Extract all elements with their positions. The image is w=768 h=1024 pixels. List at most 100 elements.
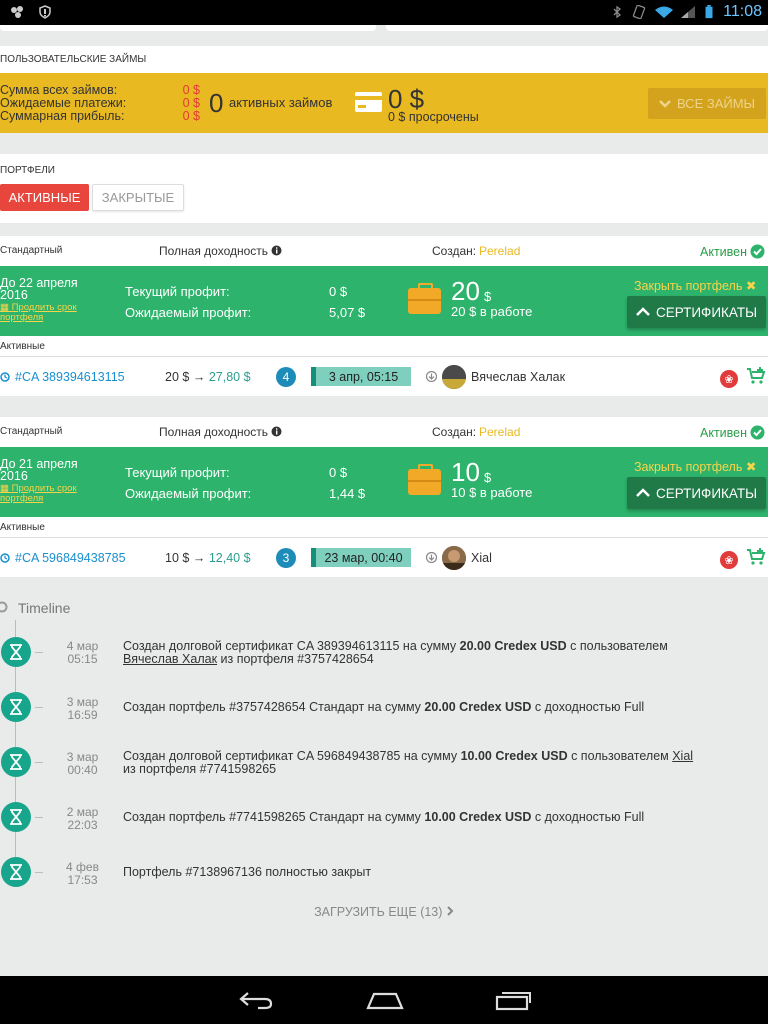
portfolio-type: Стандартный <box>0 245 63 256</box>
chevron-up-icon <box>636 307 650 316</box>
portfolio-creator: Создан: Perelad <box>432 425 521 439</box>
loans-labels: Сумма всех займов: Ожидаемые платежи: Су… <box>0 83 127 123</box>
signal-icon <box>681 6 695 18</box>
battery-icon <box>705 5 713 19</box>
top-card-left <box>0 25 376 31</box>
info-icon[interactable] <box>271 426 282 437</box>
check-circle-icon <box>750 244 765 259</box>
amount-unit: $ <box>484 470 492 485</box>
event-text: Создан долговой сертификат CA 5968494387… <box>123 749 694 776</box>
timeline-icon <box>0 601 8 613</box>
active-loans-count: 0 <box>209 88 224 118</box>
active-certs-header: Активные <box>0 336 768 356</box>
briefcase-icon <box>408 464 441 495</box>
award-icon[interactable]: ❀ <box>720 370 738 388</box>
bluetooth-icon <box>613 5 622 19</box>
download-icon[interactable] <box>426 371 437 382</box>
portfolio-yield: Полная доходность <box>159 244 282 258</box>
arrow-right-icon: → <box>192 370 206 384</box>
certificates-button[interactable]: СЕРТИФИКАТЫ <box>627 296 766 328</box>
portfolio-type: Стандартный <box>0 426 63 437</box>
overdue-label: 0 $ просрочены <box>388 110 479 124</box>
count-badge: 3 <box>276 548 296 568</box>
portfolio-status: Активен <box>700 244 765 259</box>
chevron-down-icon <box>659 99 671 108</box>
hourglass-icon <box>1 802 31 832</box>
clock: 11:08 <box>723 3 762 20</box>
home-icon[interactable] <box>366 990 404 1010</box>
avatar[interactable] <box>442 546 466 570</box>
certificate-amount: 20 $ → 27,80 $ <box>165 370 251 384</box>
add-cart-icon[interactable] <box>746 548 766 566</box>
portfolio-status: Активен <box>700 425 765 440</box>
user-link[interactable]: Xial <box>672 749 693 763</box>
current-profit-label: Текущий профит: <box>125 284 230 299</box>
hourglass-icon <box>1 857 31 887</box>
user-name[interactable]: Вячеслав Халак <box>471 370 565 384</box>
due-date: 3 апр, 05:15 <box>311 367 411 386</box>
hourglass-icon <box>1 692 31 722</box>
certificate-id[interactable]: #CA 389394613115 <box>15 370 125 384</box>
certificate-row[interactable]: #CA 596849438785 10 $ → 12,40 $ 3 23 мар… <box>0 537 768 577</box>
event-date: 2 мар 22:03 <box>66 805 99 832</box>
portfolio-until: До 21 апреля 2016 <box>0 457 78 483</box>
portfolio-yield: Полная доходность <box>159 425 282 439</box>
tab-closed[interactable]: ЗАКРЫТЫЕ <box>92 184 184 211</box>
portfolio-amount: 10 <box>451 457 480 487</box>
in-work: 20 $ в работе <box>451 304 533 319</box>
current-profit-value: 0 $ <box>329 284 348 299</box>
creator-link[interactable]: Perelad <box>479 425 520 439</box>
back-icon[interactable] <box>238 990 274 1010</box>
briefcase-icon <box>408 283 441 314</box>
extend-link[interactable]: ▦ Продлить срок портфеля <box>0 303 90 323</box>
event-date: 3 мар 00:40 <box>66 750 99 777</box>
event-text: Создан долговой сертификат CA 3893946131… <box>123 639 668 666</box>
expected-profit-value: 1,44 $ <box>329 486 366 501</box>
portfolio-until: До 22 апреля 2016 <box>0 276 78 302</box>
close-portfolio-link[interactable]: Закрыть портфель ✖ <box>634 459 756 474</box>
avatar[interactable] <box>442 365 466 389</box>
award-icon[interactable]: ❀ <box>720 551 738 569</box>
load-more-button[interactable]: ЗАГРУЗИТЬ ЕЩЕ (13) <box>0 905 768 919</box>
certificate-row[interactable]: #CA 389394613115 20 $ → 27,80 $ 4 3 апр,… <box>0 356 768 396</box>
expected-profit-label: Ожидаемый профит: <box>125 486 252 501</box>
close-icon: ✖ <box>745 460 757 474</box>
all-loans-button[interactable]: ВСЕ ЗАЙМЫ <box>648 88 766 119</box>
event-text: Портфель #7138967136 полностью закрыт <box>123 865 372 879</box>
count-badge: 4 <box>276 367 296 387</box>
download-icon[interactable] <box>426 552 437 563</box>
event-date: 4 мар 05:15 <box>66 639 99 666</box>
rotate-icon <box>632 5 646 19</box>
check-circle-icon <box>750 425 765 440</box>
user-link[interactable]: Вячеслав Халак <box>123 652 217 666</box>
event-text: Создан портфель #7741598265 Стандарт на … <box>123 810 645 824</box>
portfolio-header: Стандартный Полная доходность Создан: Pe… <box>0 417 768 447</box>
certificate-id[interactable]: #CA 596849438785 <box>15 551 126 565</box>
credit-card-icon <box>355 92 382 112</box>
timeline-title: Timeline <box>18 600 71 616</box>
navigation-bar <box>0 976 768 1024</box>
add-cart-icon[interactable] <box>746 367 766 385</box>
loans-values: 0 $ 0 $ 0 $ <box>182 83 200 123</box>
portfolio-amount: 20 <box>451 276 480 306</box>
expected-profit-label: Ожидаемый профит: <box>125 305 252 320</box>
event-date: 3 мар 16:59 <box>66 695 99 722</box>
top-card-right <box>386 25 768 31</box>
info-icon[interactable] <box>271 245 282 256</box>
extend-link[interactable]: ▦ Продлить срок портфеля <box>0 484 90 504</box>
creator-link[interactable]: Perelad <box>479 244 520 258</box>
event-text: Создан портфель #3757428654 Стандарт на … <box>123 700 645 714</box>
hourglass-icon <box>1 637 31 667</box>
wifi-icon <box>655 6 673 18</box>
recent-apps-icon[interactable] <box>494 988 532 1012</box>
close-icon: ✖ <box>745 279 757 293</box>
section-label: ПОЛЬЗОВАТЕЛЬСКИЕ ЗАЙМЫ <box>0 54 147 65</box>
user-name[interactable]: Xial <box>471 551 492 565</box>
arrow-right-icon: → <box>192 551 206 565</box>
tab-active[interactable]: АКТИВНЫЕ <box>0 184 89 211</box>
close-portfolio-link[interactable]: Закрыть портфель ✖ <box>634 278 756 293</box>
certificates-button[interactable]: СЕРТИФИКАТЫ <box>627 477 766 509</box>
loans-header: ПОЛЬЗОВАТЕЛЬСКИЕ ЗАЙМЫ <box>0 46 768 73</box>
shield-icon <box>39 5 51 19</box>
status-bar: 11:08 <box>0 0 768 25</box>
